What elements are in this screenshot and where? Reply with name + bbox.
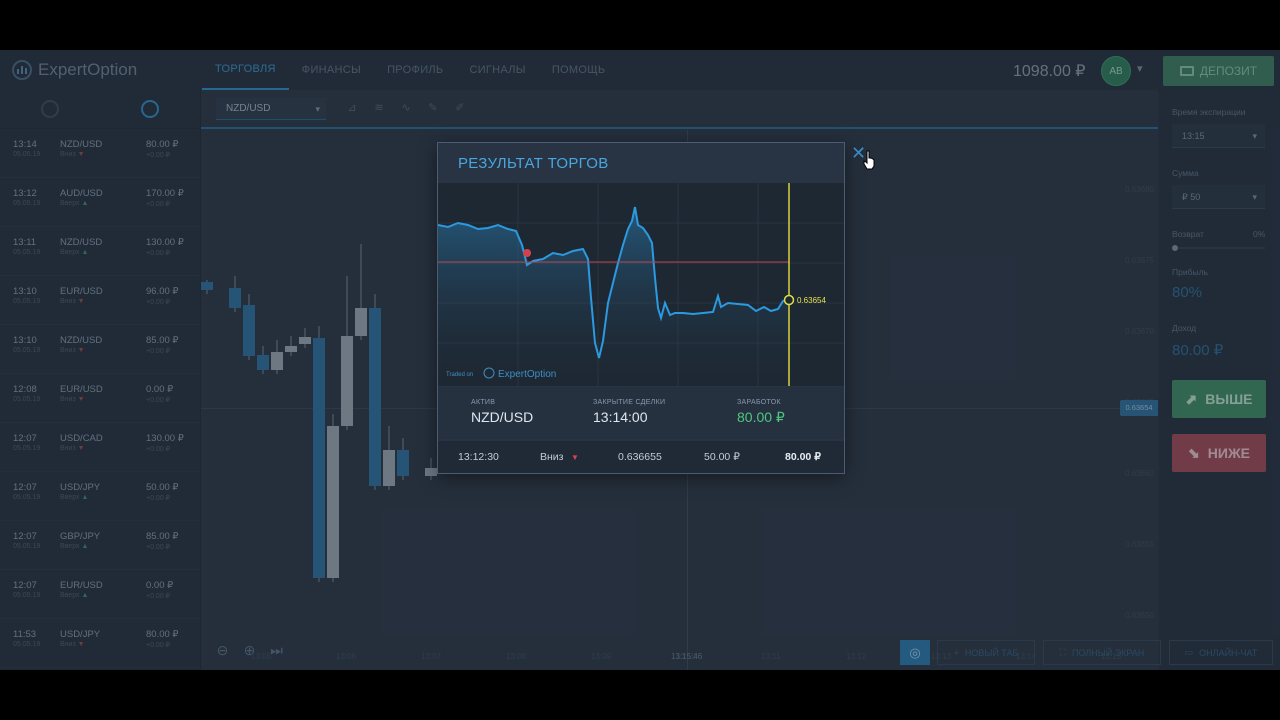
earn-label: ЗАРАБОТОК	[737, 399, 781, 406]
trading-app: ExpertOption ТОРГОВЛЯ ФИНАНСЫ ПРОФИЛЬ СИ…	[0, 50, 1280, 670]
trade-detail-row: 13:12:30 Вниз ▼ 0.636655 50.00 ₽ 80.00 ₽	[438, 441, 844, 473]
result-area	[438, 207, 789, 386]
row-direction: Вниз	[540, 451, 564, 463]
close-label: ЗАКРЫТИЕ СДЕЛКИ	[593, 399, 666, 406]
row-price: 0.636655	[618, 451, 662, 463]
earn-info: ЗАРАБОТОК 80.00 ₽	[737, 399, 785, 426]
close-value: 13:14:00	[593, 409, 648, 425]
arrow-down-icon: ▼	[571, 453, 579, 462]
row-stake: 50.00 ₽	[704, 451, 740, 463]
result-line-chart: 0.63654 Traded on ExpertOption	[437, 183, 844, 386]
row-payout: 80.00 ₽	[785, 451, 821, 463]
asset-label: АКТИВ	[471, 399, 496, 406]
trade-result-modal: РЕЗУЛЬТАТ ТОРГОВ 0.63654 Traded on Exper…	[437, 142, 845, 474]
close-info: ЗАКРЫТИЕ СДЕЛКИ 13:14:00	[593, 399, 665, 425]
modal-title: РЕЗУЛЬТАТ ТОРГОВ	[458, 155, 609, 172]
asset-info: АКТИВ NZD/USD	[471, 399, 533, 425]
row-time: 13:12:30	[458, 451, 499, 463]
watermark-brand: ExpertOption	[498, 369, 556, 380]
watermark-prefix: Traded on	[446, 372, 473, 378]
result-chart: 0.63654 Traded on ExpertOption	[437, 183, 844, 386]
earn-value: 80.00 ₽	[737, 409, 785, 425]
hand-cursor-icon	[863, 150, 875, 170]
trade-summary: АКТИВ NZD/USD ЗАКРЫТИЕ СДЕЛКИ 13:14:00 З…	[438, 387, 844, 439]
chart-exit-price: 0.63654	[797, 296, 826, 305]
exit-marker	[783, 294, 795, 306]
asset-value: NZD/USD	[471, 409, 534, 425]
